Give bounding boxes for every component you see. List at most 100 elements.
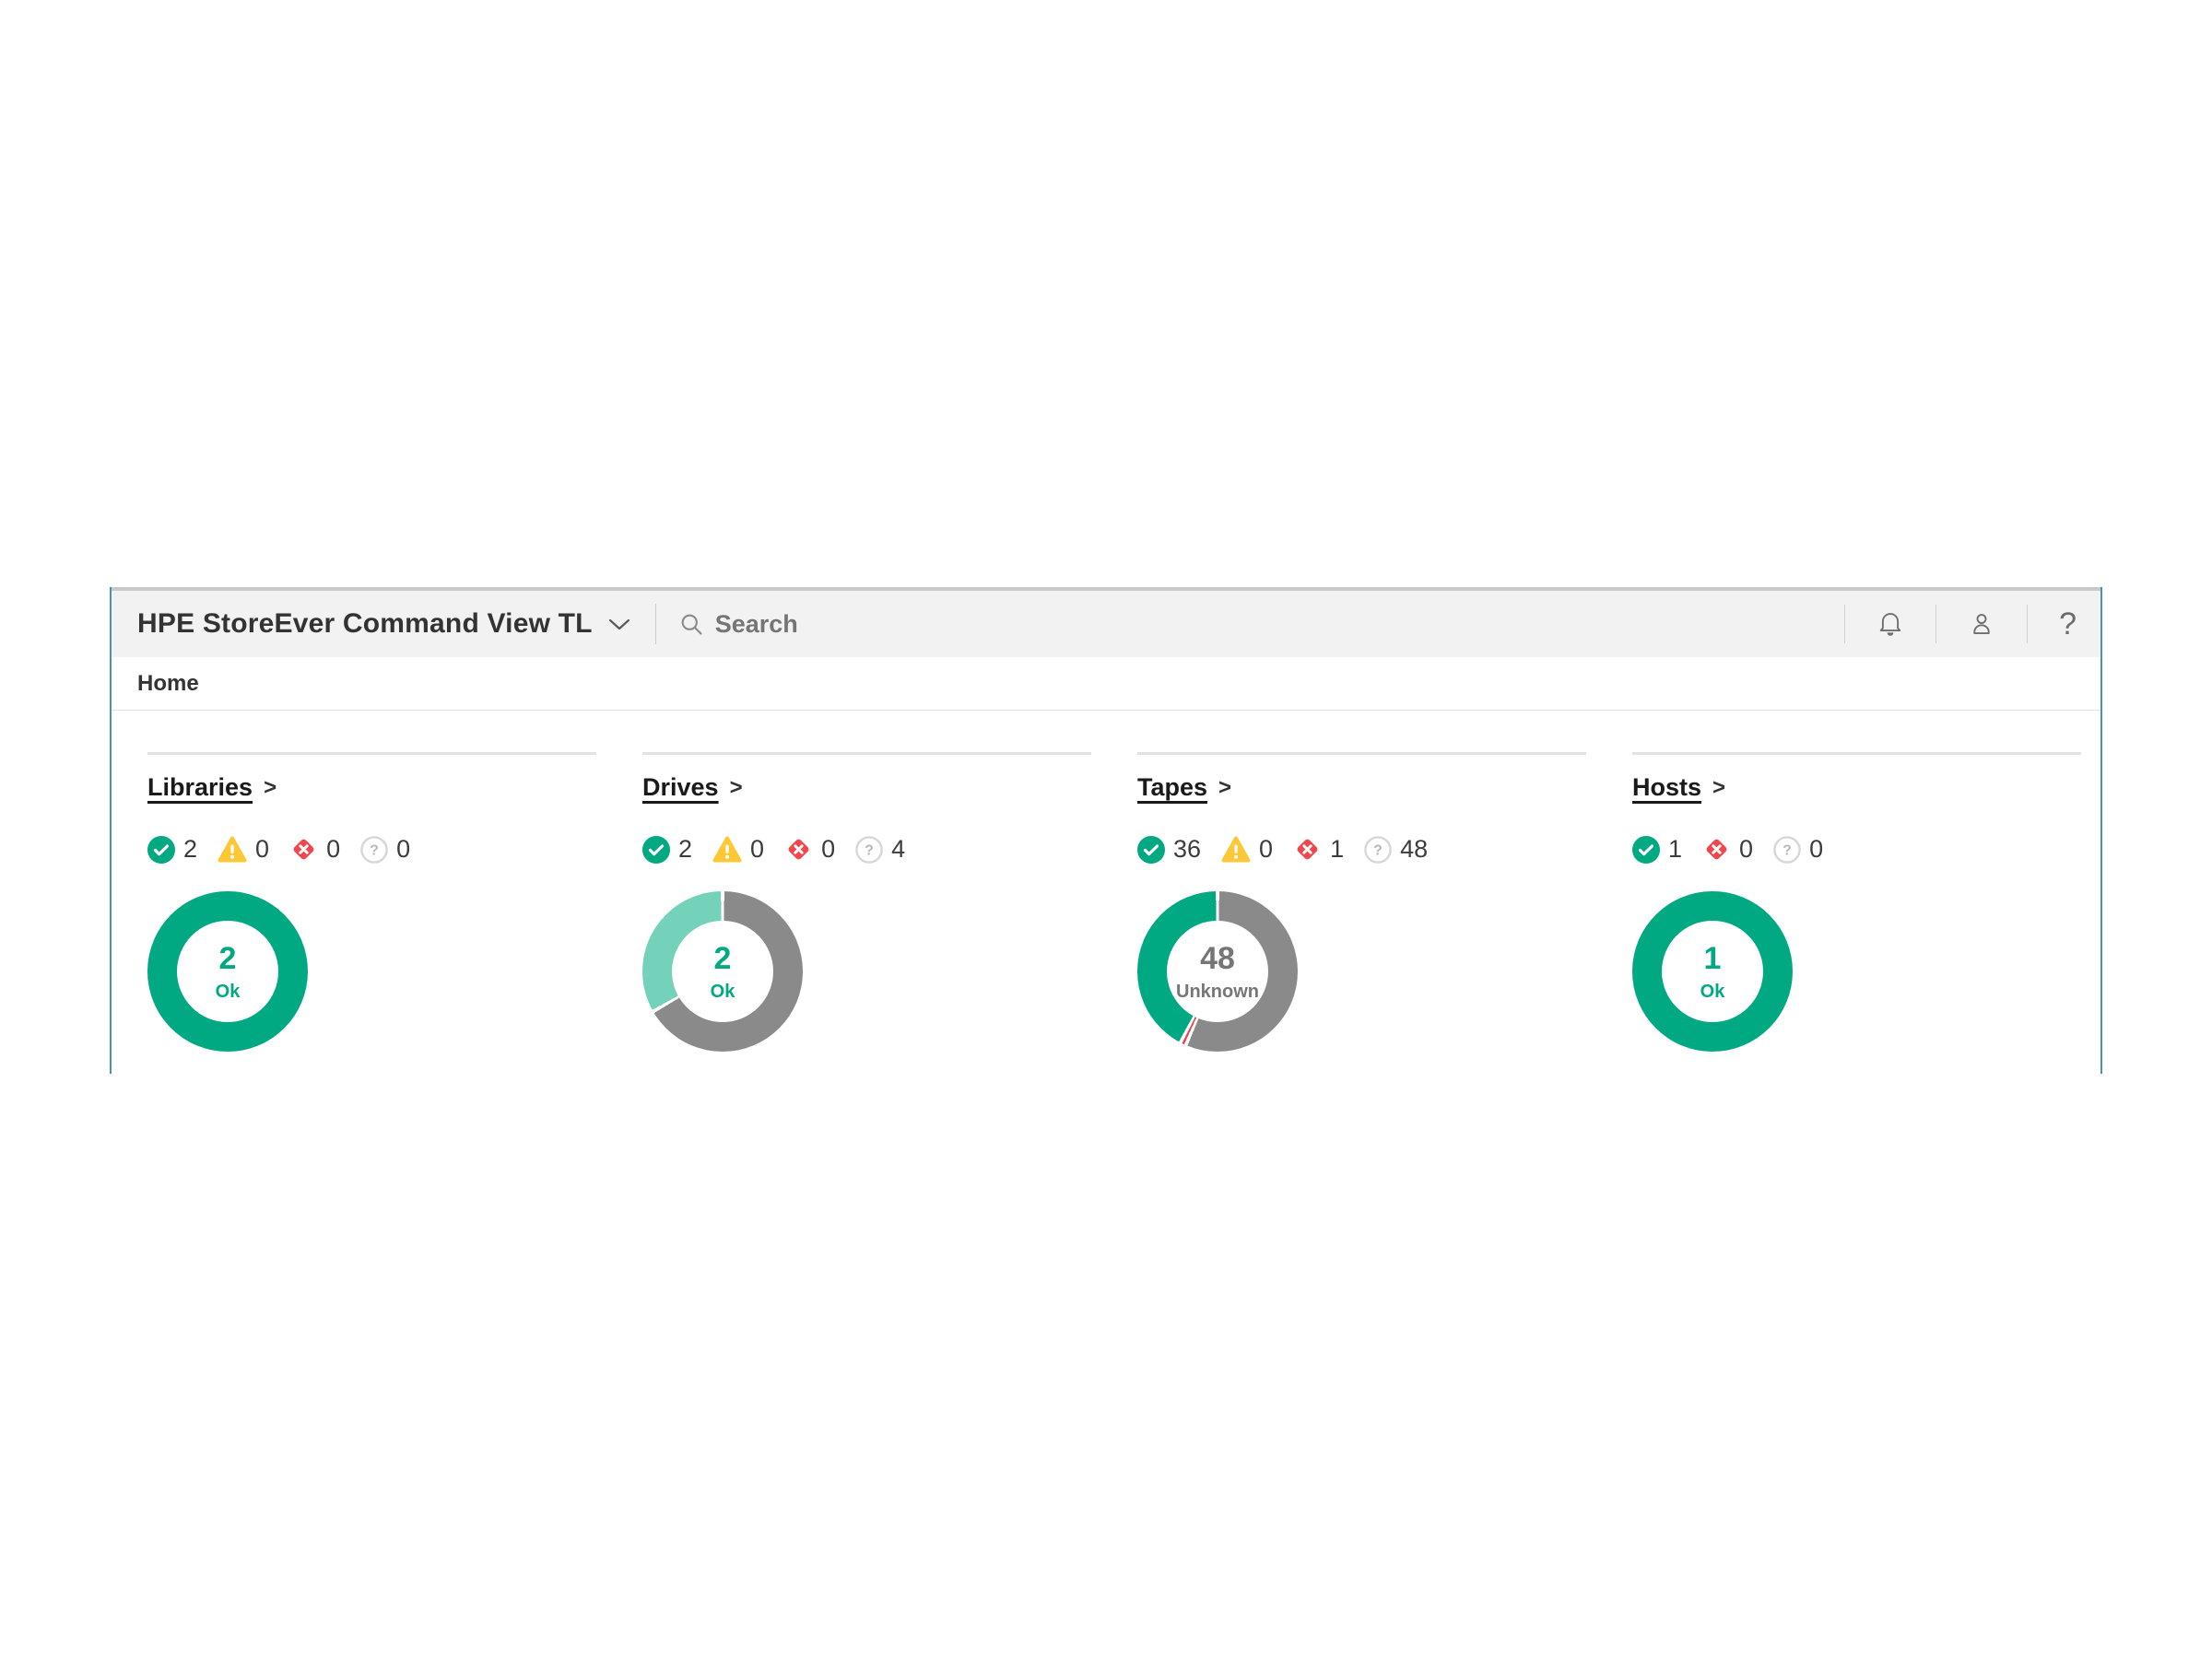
warning-icon xyxy=(1221,836,1251,863)
error-icon xyxy=(1706,839,1727,860)
ok-icon xyxy=(147,835,175,864)
ok-icon xyxy=(1632,835,1660,864)
status-error: 0 xyxy=(289,835,340,864)
panel-divider xyxy=(1632,752,2081,755)
help-button[interactable]: ? xyxy=(2059,608,2077,640)
warning-icon xyxy=(712,836,742,863)
app-window: HPE StoreEver Command View TL Search ? H… xyxy=(110,587,2102,1074)
status-row: 2 0 0 xyxy=(147,835,596,864)
error-icon xyxy=(1297,839,1318,860)
panel-link-chevron: > xyxy=(1218,774,1232,800)
chevron-down-icon xyxy=(608,618,629,629)
status-unknown: ? 4 xyxy=(855,835,905,864)
status-count: 4 xyxy=(891,835,906,863)
breadcrumb[interactable]: Home xyxy=(137,671,199,697)
svg-text:?: ? xyxy=(1373,842,1382,858)
user-button[interactable] xyxy=(1968,610,1995,638)
status-row: 36 0 1 ? 48 xyxy=(1137,835,1586,864)
warning-icon xyxy=(218,836,247,863)
donut-center: 48 Unknown xyxy=(1167,921,1268,1022)
search-box[interactable] xyxy=(678,609,1844,639)
status-unknown: ? 0 xyxy=(1773,835,1823,864)
status-error: 0 xyxy=(784,835,835,864)
status-count: 0 xyxy=(1739,835,1754,863)
panel-link-chevron: > xyxy=(264,774,277,800)
status-ok: 2 xyxy=(642,835,692,864)
donut-label: Ok xyxy=(215,981,241,1002)
hosts-link[interactable]: Hosts xyxy=(1632,773,1701,802)
error-icon xyxy=(293,839,314,860)
status-row: 1 0 ? 0 xyxy=(1632,835,2081,864)
tapes-link[interactable]: Tapes xyxy=(1137,773,1207,802)
panel-libraries: Libraries > 2 0 0 ? 0 2 Ok xyxy=(147,752,596,1052)
app-title: HPE StoreEver Command View TL xyxy=(137,608,593,639)
donut-value: 1 xyxy=(1703,940,1722,976)
status-count: 0 xyxy=(396,835,411,863)
app-header: HPE StoreEver Command View TL Search ? xyxy=(112,587,2100,657)
user-icon xyxy=(1973,614,1990,634)
panel-divider xyxy=(1137,752,1586,755)
header-divider xyxy=(2027,605,2029,643)
donut-label: Ok xyxy=(710,981,735,1002)
status-count: 0 xyxy=(821,835,836,863)
svg-text:?: ? xyxy=(865,842,874,858)
panel-divider xyxy=(147,752,596,755)
drives-link[interactable]: Drives xyxy=(642,773,719,802)
status-warning: 0 xyxy=(218,835,269,864)
panel-link-chevron: > xyxy=(729,774,743,800)
donut-label: Unknown xyxy=(1176,981,1259,1002)
status-count: 36 xyxy=(1173,835,1202,863)
header-divider xyxy=(1844,605,1846,643)
unknown-icon: ? xyxy=(855,835,883,864)
status-row: 2 0 0 xyxy=(642,835,1091,864)
bell-icon xyxy=(1879,613,1901,636)
status-warning: 0 xyxy=(1221,835,1273,864)
donut-value: 48 xyxy=(1200,940,1235,976)
donut-value: 2 xyxy=(218,940,237,976)
status-count: 1 xyxy=(1668,835,1683,863)
status-error: 1 xyxy=(1293,835,1344,864)
svg-text:?: ? xyxy=(370,842,379,858)
dashboard-panels: Libraries > 2 0 0 ? 0 2 Ok Drives > 2 0 … xyxy=(112,711,2100,1052)
donut-value: 2 xyxy=(713,940,732,976)
search-icon xyxy=(681,614,702,635)
status-count: 0 xyxy=(1809,835,1824,863)
unknown-icon: ? xyxy=(1364,835,1392,864)
donut-center: 2 Ok xyxy=(672,921,773,1022)
panel-hosts: Hosts > 1 0 ? 0 1 Ok xyxy=(1632,752,2081,1052)
status-count: 0 xyxy=(750,835,765,863)
tapes-donut-chart: 48 Unknown xyxy=(1137,891,1298,1052)
status-unknown: ? 48 xyxy=(1364,835,1428,864)
unknown-icon: ? xyxy=(1773,835,1801,864)
panel-divider xyxy=(642,752,1091,755)
libraries-link[interactable]: Libraries xyxy=(147,773,253,802)
donut-label: Ok xyxy=(1700,981,1725,1002)
status-count: 1 xyxy=(1330,835,1345,863)
header-divider xyxy=(654,604,656,644)
header-actions: ? xyxy=(1844,605,2077,643)
hosts-donut-chart: 1 Ok xyxy=(1632,891,1793,1052)
search-input[interactable] xyxy=(714,609,1231,639)
status-ok: 1 xyxy=(1632,835,1682,864)
app-title-menu[interactable]: HPE StoreEver Command View TL xyxy=(137,608,631,640)
status-count: 0 xyxy=(326,835,341,863)
unknown-icon: ? xyxy=(360,835,388,864)
libraries-donut-chart: 2 Ok xyxy=(147,891,308,1052)
page: HPE StoreEver Command View TL Search ? H… xyxy=(0,0,2212,1659)
svg-text:?: ? xyxy=(1783,842,1792,858)
panel-drives: Drives > 2 0 0 ? 4 2 Ok xyxy=(642,752,1091,1052)
status-count: 0 xyxy=(1259,835,1274,863)
panel-tapes: Tapes > 36 0 1 ? 48 48 Unknown xyxy=(1137,752,1586,1052)
status-ok: 36 xyxy=(1137,835,1201,864)
status-count: 2 xyxy=(678,835,693,863)
ok-icon xyxy=(1137,835,1165,864)
status-count: 0 xyxy=(255,835,270,863)
panel-link-chevron: > xyxy=(1712,774,1726,800)
notifications-button[interactable] xyxy=(1877,610,1904,638)
drives-donut-chart: 2 Ok xyxy=(642,891,803,1052)
status-ok: 2 xyxy=(147,835,197,864)
status-count: 2 xyxy=(183,835,198,863)
donut-center: 2 Ok xyxy=(177,921,278,1022)
ok-icon xyxy=(642,835,670,864)
status-warning: 0 xyxy=(712,835,764,864)
